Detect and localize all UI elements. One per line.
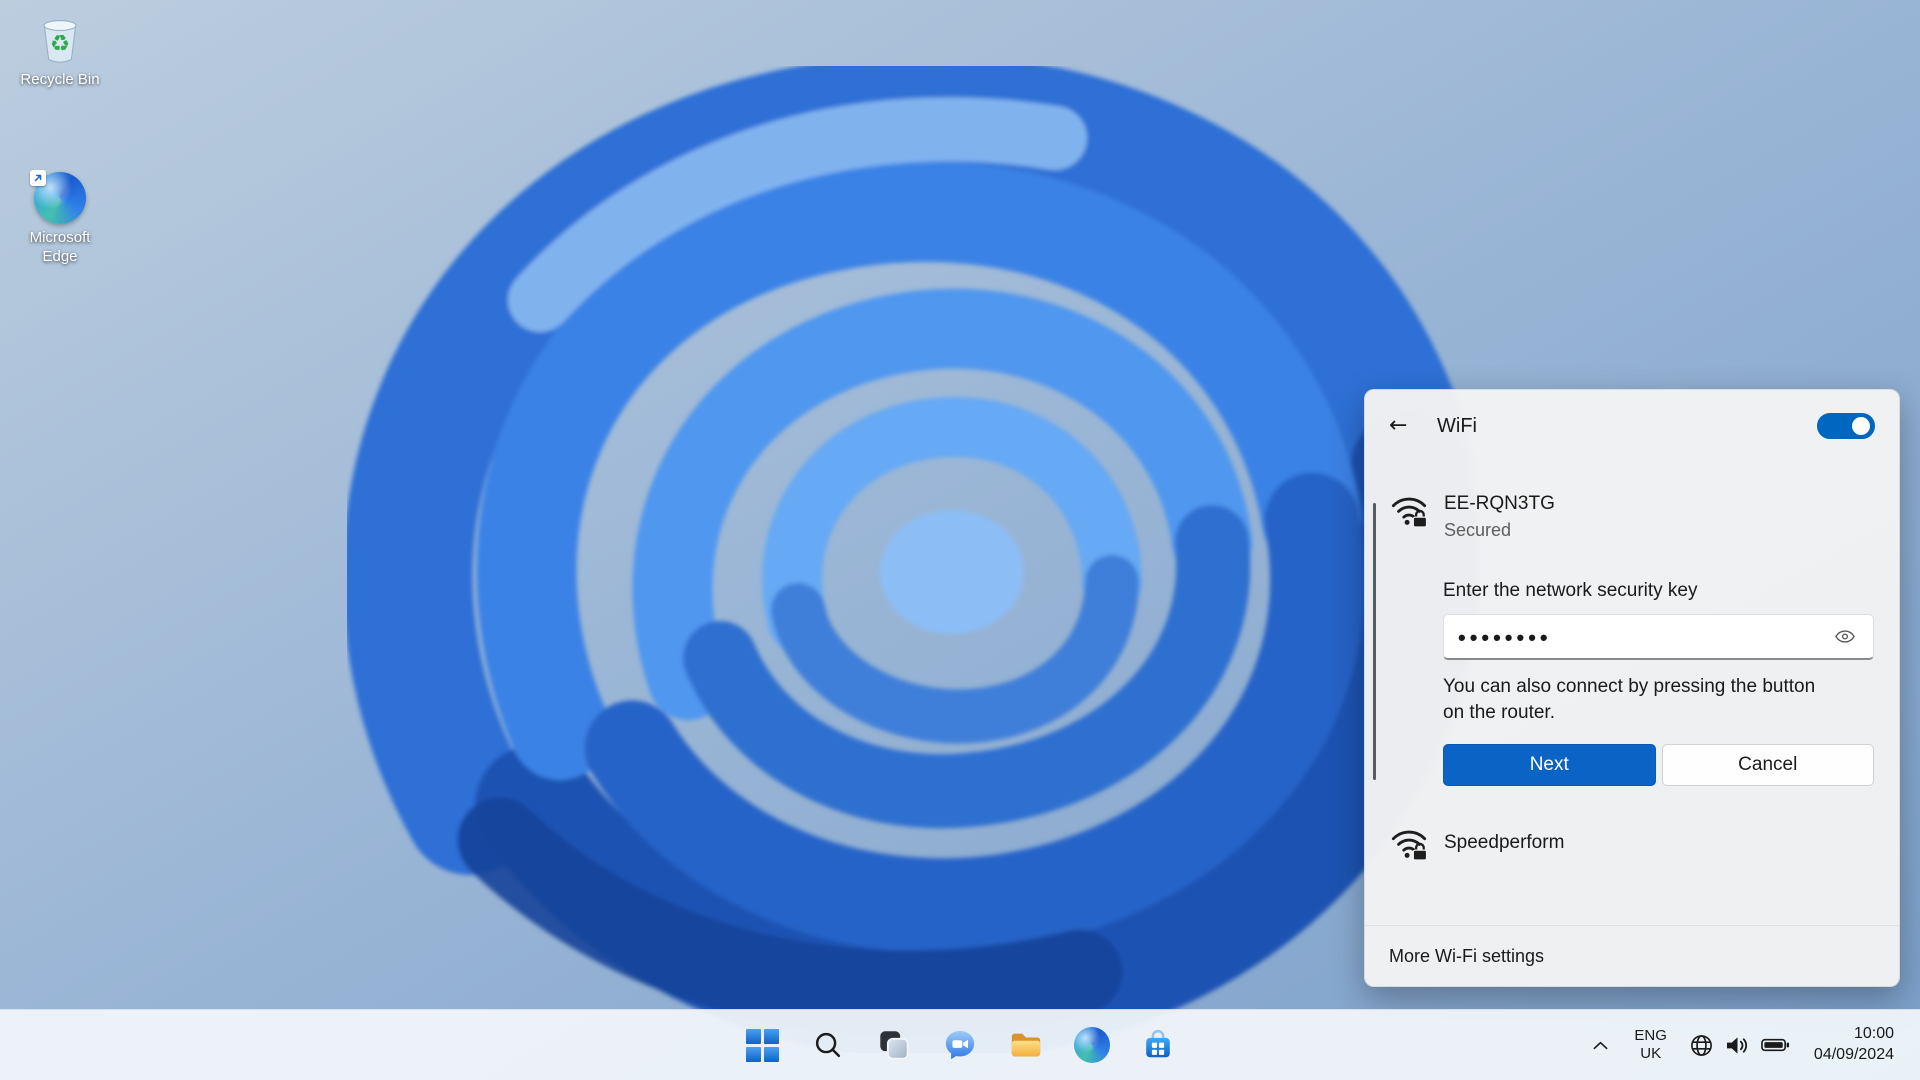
form-buttons: Next Cancel xyxy=(1443,744,1874,786)
task-view-button[interactable] xyxy=(872,1023,916,1067)
search-icon xyxy=(815,1032,841,1058)
eye-icon xyxy=(1835,630,1855,643)
network-connect-form: Enter the network security key •••••••• … xyxy=(1443,578,1874,786)
password-masked-value: •••••••• xyxy=(1458,624,1552,650)
search-button[interactable] xyxy=(806,1023,850,1067)
wifi-toggle[interactable] xyxy=(1817,413,1875,439)
password-reveal-button[interactable] xyxy=(1831,626,1859,647)
wifi-flyout: ← WiFi EE-RQN3TG Secured Enter the netwo… xyxy=(1364,389,1900,987)
volume-icon xyxy=(1726,1036,1747,1054)
microsoft-store-button[interactable] xyxy=(1136,1023,1180,1067)
shortcut-arrow-badge xyxy=(30,170,46,186)
network-item-speedperform[interactable]: Speedperform xyxy=(1365,814,1899,868)
edge-taskbar-button[interactable] xyxy=(1070,1023,1114,1067)
system-tray: ENG UK 10:00 04/09/2024 xyxy=(1585,1010,1894,1080)
next-button[interactable]: Next xyxy=(1443,744,1656,786)
edge-icon xyxy=(30,170,86,224)
network-text: EE-RQN3TG Secured xyxy=(1444,491,1555,543)
more-wifi-settings-label: More Wi-Fi settings xyxy=(1389,945,1545,966)
clock-date: 04/09/2024 xyxy=(1813,1046,1894,1063)
file-explorer-button[interactable] xyxy=(1004,1023,1048,1067)
clock[interactable]: 10:00 04/09/2024 xyxy=(1814,1024,1894,1066)
toggle-knob xyxy=(1852,417,1870,435)
task-view-icon xyxy=(880,1031,909,1060)
desktop-icon-recycle-bin[interactable]: ♻ Recycle Bin xyxy=(10,12,110,90)
chevron-up-icon xyxy=(1593,1041,1608,1049)
desktop: ♻ Recycle Bin Microsoft Edge ← WiFi EE-R… xyxy=(0,0,1920,1080)
edge-icon xyxy=(1074,1027,1110,1063)
windows-logo-icon xyxy=(745,1028,779,1062)
wifi-panel-header: ← WiFi xyxy=(1365,390,1899,462)
shortcut-arrow-icon xyxy=(34,174,42,182)
wifi-secured-icon xyxy=(1391,497,1428,528)
network-name: Speedperform xyxy=(1444,832,1565,853)
cancel-button[interactable]: Cancel xyxy=(1661,744,1874,786)
chat-icon xyxy=(945,1030,975,1060)
more-wifi-settings-link[interactable]: More Wi-Fi settings xyxy=(1365,925,1899,986)
chat-button[interactable] xyxy=(938,1023,982,1067)
back-button[interactable]: ← xyxy=(1389,409,1425,443)
security-key-prompt: Enter the network security key xyxy=(1443,580,1698,601)
file-explorer-icon xyxy=(1011,1033,1041,1057)
language-code: ENG xyxy=(1634,1027,1667,1044)
svg-text:♻: ♻ xyxy=(50,31,70,57)
taskbar: ENG UK 10:00 04/09/2024 xyxy=(0,1009,1920,1080)
network-globe-icon xyxy=(1690,1034,1712,1056)
network-name: EE-RQN3TG xyxy=(1444,493,1555,514)
router-button-hint: You can also connect by pressing the but… xyxy=(1443,676,1816,723)
language-indicator[interactable]: ENG UK xyxy=(1634,1027,1667,1063)
recycle-bin-icon: ♻ xyxy=(43,19,77,63)
desktop-icon-microsoft-edge[interactable]: Microsoft Edge xyxy=(10,170,110,267)
desktop-icon-label: Microsoft Edge xyxy=(29,229,91,265)
start-button[interactable] xyxy=(740,1023,784,1067)
panel-title: WiFi xyxy=(1437,414,1477,437)
desktop-icon-label: Recycle Bin xyxy=(20,71,100,88)
password-input[interactable]: •••••••• xyxy=(1443,614,1874,660)
network-item-ee-rqn3tg[interactable]: EE-RQN3TG Secured xyxy=(1365,485,1899,549)
wifi-secured-icon xyxy=(1391,830,1428,861)
taskbar-center-icons xyxy=(740,1010,1180,1080)
back-arrow-icon: ← xyxy=(1389,413,1408,438)
network-status: Secured xyxy=(1444,520,1512,540)
language-region: UK xyxy=(1640,1045,1662,1062)
clock-time: 10:00 xyxy=(1853,1025,1894,1043)
battery-icon xyxy=(1761,1038,1789,1052)
tray-overflow-button[interactable] xyxy=(1585,1033,1616,1058)
tray-status-icons[interactable] xyxy=(1689,1033,1790,1058)
microsoft-store-icon xyxy=(1146,1029,1170,1058)
